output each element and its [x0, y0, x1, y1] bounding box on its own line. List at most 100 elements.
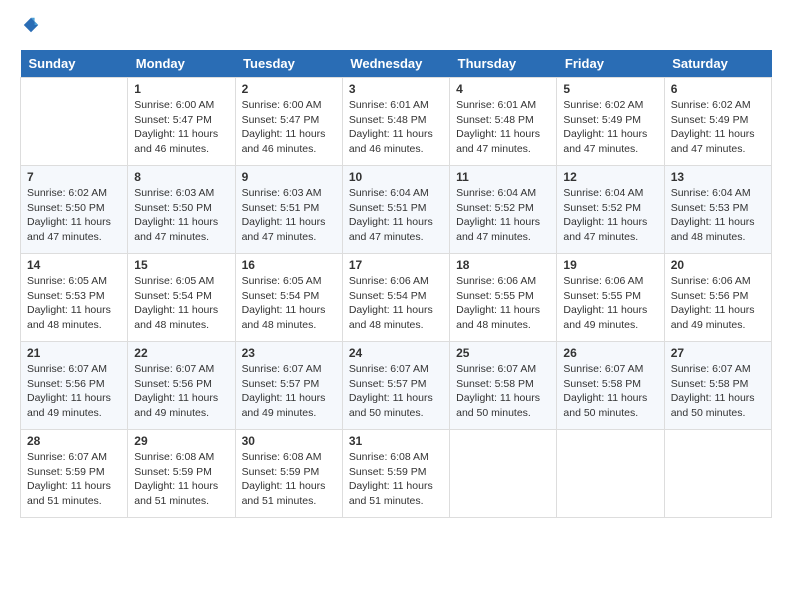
day-info: Sunrise: 6:06 AM Sunset: 5:55 PM Dayligh…	[456, 274, 550, 333]
day-number: 22	[134, 346, 228, 360]
page-header	[20, 20, 772, 34]
calendar-week-row: 21Sunrise: 6:07 AM Sunset: 5:56 PM Dayli…	[21, 342, 772, 430]
day-info: Sunrise: 6:05 AM Sunset: 5:53 PM Dayligh…	[27, 274, 121, 333]
calendar-cell: 1 Sunrise: 6:00 AM Sunset: 5:47 PM Daylig…	[128, 78, 235, 166]
day-info: Sunrise: 6:07 AM Sunset: 5:56 PM Dayligh…	[134, 362, 228, 421]
day-info: Sunrise: 6:07 AM Sunset: 5:57 PM Dayligh…	[349, 362, 443, 421]
calendar-cell	[664, 430, 771, 518]
calendar-cell: 13 Sunrise: 6:04 AM Sunset: 5:53 PM Dayli…	[664, 166, 771, 254]
day-number: 13	[671, 170, 765, 184]
day-info: Sunrise: 6:03 AM Sunset: 5:51 PM Dayligh…	[242, 186, 336, 245]
day-info: Sunrise: 6:04 AM Sunset: 5:52 PM Dayligh…	[563, 186, 657, 245]
calendar-cell: 31 Sunrise: 6:08 AM Sunset: 5:59 PM Dayli…	[342, 430, 449, 518]
day-number: 20	[671, 258, 765, 272]
day-number: 10	[349, 170, 443, 184]
calendar-cell: 23 Sunrise: 6:07 AM Sunset: 5:57 PM Dayli…	[235, 342, 342, 430]
header-row: SundayMondayTuesdayWednesdayThursdayFrid…	[21, 50, 772, 78]
calendar-cell: 3Sunrise: 6:01 AM Sunset: 5:48 PM Daylig…	[342, 78, 449, 166]
calendar-cell: 12Sunrise: 6:04 AM Sunset: 5:52 PM Dayli…	[557, 166, 664, 254]
calendar-cell	[450, 430, 557, 518]
calendar-cell: 14Sunrise: 6:05 AM Sunset: 5:53 PM Dayli…	[21, 254, 128, 342]
weekday-header: Tuesday	[235, 50, 342, 78]
calendar-cell: 16 Sunrise: 6:05 AM Sunset: 5:54 PM Dayli…	[235, 254, 342, 342]
weekday-header: Saturday	[664, 50, 771, 78]
calendar-cell: 26 Sunrise: 6:07 AM Sunset: 5:58 PM Dayli…	[557, 342, 664, 430]
calendar-cell: 22 Sunrise: 6:07 AM Sunset: 5:56 PM Dayli…	[128, 342, 235, 430]
calendar-table: SundayMondayTuesdayWednesdayThursdayFrid…	[20, 50, 772, 518]
calendar-cell: 2 Sunrise: 6:00 AM Sunset: 5:47 PM Daylig…	[235, 78, 342, 166]
calendar-cell: 21Sunrise: 6:07 AM Sunset: 5:56 PM Dayli…	[21, 342, 128, 430]
day-number: 1	[134, 82, 228, 96]
day-info: Sunrise: 6:07 AM Sunset: 5:58 PM Dayligh…	[671, 362, 765, 421]
day-number: 30	[242, 434, 336, 448]
calendar-cell	[557, 430, 664, 518]
day-number: 27	[671, 346, 765, 360]
day-number: 16	[242, 258, 336, 272]
calendar-cell: 4 Sunrise: 6:01 AM Sunset: 5:48 PM Daylig…	[450, 78, 557, 166]
day-info: Sunrise: 6:02 AM Sunset: 5:49 PM Dayligh…	[671, 98, 765, 157]
day-info: Sunrise: 6:02 AM Sunset: 5:50 PM Dayligh…	[27, 186, 121, 245]
day-number: 2	[242, 82, 336, 96]
day-info: Sunrise: 6:07 AM Sunset: 5:59 PM Dayligh…	[27, 450, 121, 509]
day-number: 31	[349, 434, 443, 448]
day-number: 3	[349, 82, 443, 96]
calendar-week-row: 7 Sunrise: 6:02 AM Sunset: 5:50 PM Daylig…	[21, 166, 772, 254]
day-info: Sunrise: 6:04 AM Sunset: 5:53 PM Dayligh…	[671, 186, 765, 245]
day-number: 6	[671, 82, 765, 96]
day-number: 4	[456, 82, 550, 96]
weekday-header: Friday	[557, 50, 664, 78]
day-info: Sunrise: 6:00 AM Sunset: 5:47 PM Dayligh…	[242, 98, 336, 157]
day-info: Sunrise: 6:06 AM Sunset: 5:56 PM Dayligh…	[671, 274, 765, 333]
day-number: 24	[349, 346, 443, 360]
calendar-cell: 10 Sunrise: 6:04 AM Sunset: 5:51 PM Dayli…	[342, 166, 449, 254]
day-number: 18	[456, 258, 550, 272]
day-number: 23	[242, 346, 336, 360]
calendar-cell: 17Sunrise: 6:06 AM Sunset: 5:54 PM Dayli…	[342, 254, 449, 342]
day-number: 29	[134, 434, 228, 448]
weekday-header: Monday	[128, 50, 235, 78]
weekday-header: Sunday	[21, 50, 128, 78]
logo	[20, 20, 40, 34]
calendar-cell: 28Sunrise: 6:07 AM Sunset: 5:59 PM Dayli…	[21, 430, 128, 518]
weekday-header: Thursday	[450, 50, 557, 78]
day-info: Sunrise: 6:05 AM Sunset: 5:54 PM Dayligh…	[242, 274, 336, 333]
calendar-cell: 24 Sunrise: 6:07 AM Sunset: 5:57 PM Dayli…	[342, 342, 449, 430]
day-info: Sunrise: 6:08 AM Sunset: 5:59 PM Dayligh…	[242, 450, 336, 509]
calendar-cell: 15Sunrise: 6:05 AM Sunset: 5:54 PM Dayli…	[128, 254, 235, 342]
day-number: 9	[242, 170, 336, 184]
day-number: 5	[563, 82, 657, 96]
day-info: Sunrise: 6:03 AM Sunset: 5:50 PM Dayligh…	[134, 186, 228, 245]
calendar-cell: 11Sunrise: 6:04 AM Sunset: 5:52 PM Dayli…	[450, 166, 557, 254]
weekday-header: Wednesday	[342, 50, 449, 78]
calendar-cell: 19 Sunrise: 6:06 AM Sunset: 5:55 PM Dayli…	[557, 254, 664, 342]
day-info: Sunrise: 6:06 AM Sunset: 5:54 PM Dayligh…	[349, 274, 443, 333]
day-info: Sunrise: 6:07 AM Sunset: 5:58 PM Dayligh…	[563, 362, 657, 421]
day-info: Sunrise: 6:04 AM Sunset: 5:51 PM Dayligh…	[349, 186, 443, 245]
day-number: 25	[456, 346, 550, 360]
calendar-week-row: 1 Sunrise: 6:00 AM Sunset: 5:47 PM Daylig…	[21, 78, 772, 166]
calendar-cell: 8 Sunrise: 6:03 AM Sunset: 5:50 PM Daylig…	[128, 166, 235, 254]
day-info: Sunrise: 6:00 AM Sunset: 5:47 PM Dayligh…	[134, 98, 228, 157]
calendar-cell: 9 Sunrise: 6:03 AM Sunset: 5:51 PM Daylig…	[235, 166, 342, 254]
calendar-cell: 20 Sunrise: 6:06 AM Sunset: 5:56 PM Dayli…	[664, 254, 771, 342]
calendar-week-row: 28Sunrise: 6:07 AM Sunset: 5:59 PM Dayli…	[21, 430, 772, 518]
calendar-cell: 6 Sunrise: 6:02 AM Sunset: 5:49 PM Daylig…	[664, 78, 771, 166]
day-number: 7	[27, 170, 121, 184]
calendar-cell: 25 Sunrise: 6:07 AM Sunset: 5:58 PM Dayli…	[450, 342, 557, 430]
day-number: 19	[563, 258, 657, 272]
day-info: Sunrise: 6:04 AM Sunset: 5:52 PM Dayligh…	[456, 186, 550, 245]
day-info: Sunrise: 6:07 AM Sunset: 5:57 PM Dayligh…	[242, 362, 336, 421]
calendar-cell	[21, 78, 128, 166]
calendar-cell: 7 Sunrise: 6:02 AM Sunset: 5:50 PM Daylig…	[21, 166, 128, 254]
day-number: 8	[134, 170, 228, 184]
calendar-cell: 5Sunrise: 6:02 AM Sunset: 5:49 PM Daylig…	[557, 78, 664, 166]
calendar-cell: 30 Sunrise: 6:08 AM Sunset: 5:59 PM Dayli…	[235, 430, 342, 518]
logo-icon	[22, 16, 40, 34]
day-info: Sunrise: 6:01 AM Sunset: 5:48 PM Dayligh…	[456, 98, 550, 157]
day-info: Sunrise: 6:07 AM Sunset: 5:58 PM Dayligh…	[456, 362, 550, 421]
day-number: 15	[134, 258, 228, 272]
day-number: 26	[563, 346, 657, 360]
day-info: Sunrise: 6:06 AM Sunset: 5:55 PM Dayligh…	[563, 274, 657, 333]
day-info: Sunrise: 6:08 AM Sunset: 5:59 PM Dayligh…	[349, 450, 443, 509]
calendar-cell: 27 Sunrise: 6:07 AM Sunset: 5:58 PM Dayli…	[664, 342, 771, 430]
